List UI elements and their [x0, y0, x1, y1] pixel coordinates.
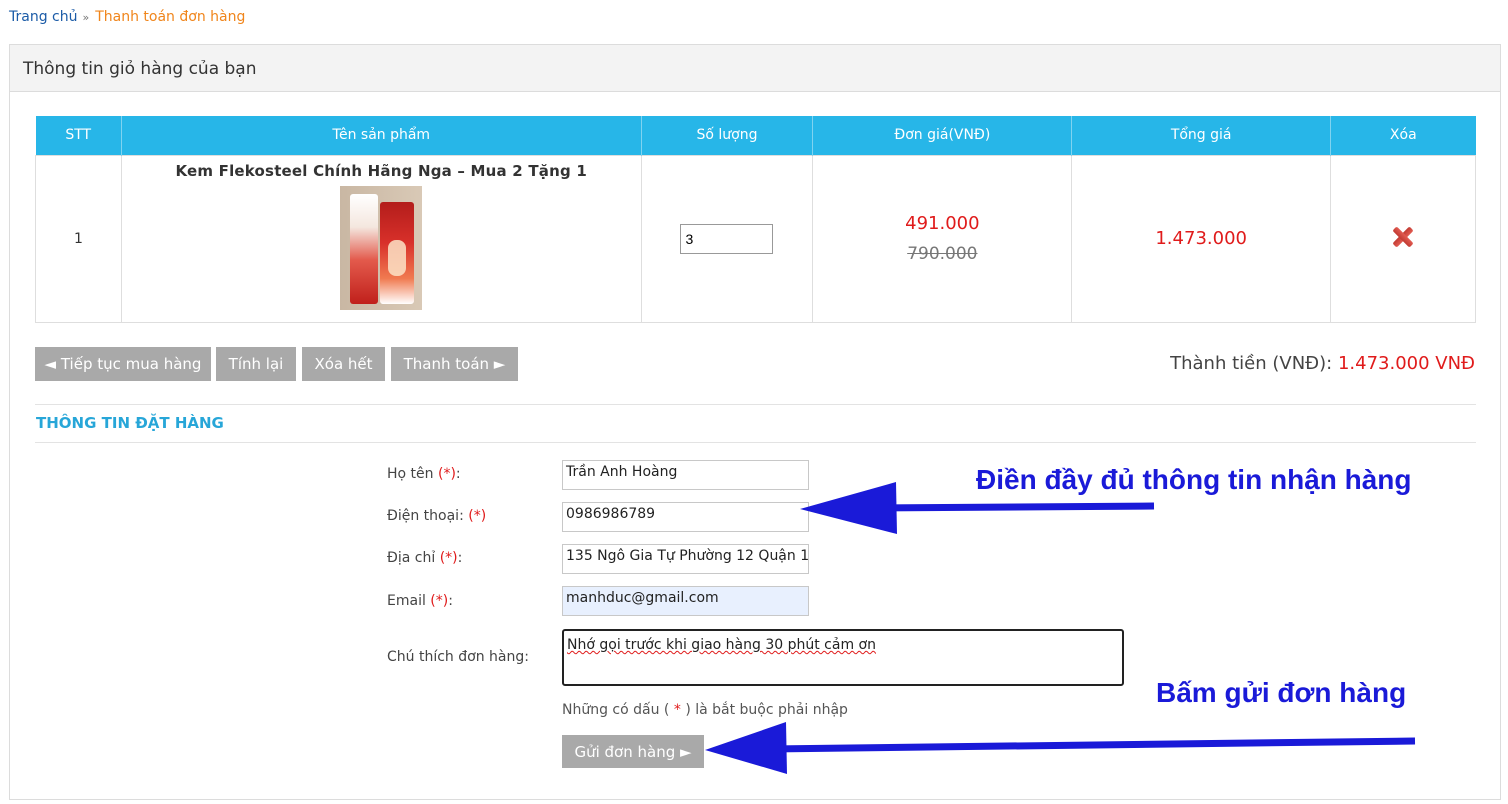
arrow-to-form	[800, 482, 1155, 534]
annotation-arrows	[705, 482, 1416, 774]
arrow-to-send-button	[705, 722, 1416, 774]
